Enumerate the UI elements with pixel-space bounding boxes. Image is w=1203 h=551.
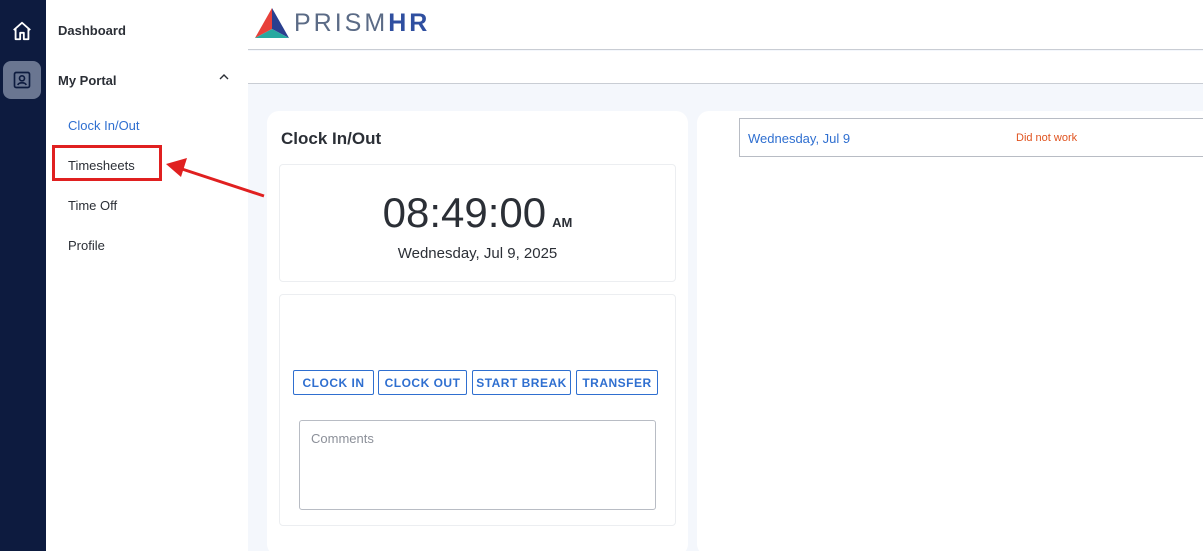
icon-rail [0, 0, 46, 551]
top-bar: PRISMHR [248, 0, 1203, 50]
row-status: Did not work [1016, 132, 1078, 144]
clock-card: Clock In/Out 08:49:00 AM Wednesday, Jul 9… [267, 111, 688, 551]
am-pm-indicator: AM [552, 215, 573, 230]
clock-display: 08:49:00 AM Wednesday, Jul 9, 2025 [279, 164, 676, 282]
sidebar-item-time-off[interactable]: Time Off [68, 198, 117, 213]
row-date[interactable]: Wednesday, Jul 9 [748, 131, 850, 146]
home-button[interactable] [3, 12, 41, 50]
timesheet-card: Wednesday, Jul 9 Did not work [697, 111, 1203, 551]
sidebar-item-clock-in-out[interactable]: Clock In/Out [68, 118, 140, 133]
start-break-button[interactable]: START BREAK [472, 370, 571, 395]
annotation-highlight-box [52, 145, 162, 181]
current-date: Wednesday, Jul 9, 2025 [397, 245, 558, 262]
home-icon [13, 21, 31, 41]
portal-button[interactable] [3, 61, 41, 99]
transfer-button[interactable]: TRANSFER [576, 370, 658, 395]
clock-out-button[interactable]: CLOCK OUT [378, 370, 467, 395]
sidebar: Dashboard My Portal Clock In/Out Timeshe… [46, 0, 248, 551]
sidebar-dashboard[interactable]: Dashboard [58, 23, 126, 38]
sidebar-my-portal[interactable]: My Portal [58, 73, 117, 88]
current-time: 08:49:00 AM [382, 189, 573, 236]
logo-wordmark: PRISMHR [294, 8, 431, 37]
clock-actions: CLOCK IN CLOCK OUT START BREAK TRANSFER [279, 294, 676, 526]
clock-in-button[interactable]: CLOCK IN [293, 370, 374, 395]
annotation-arrow-icon [166, 158, 265, 198]
comments-field[interactable] [299, 420, 656, 510]
sub-header-bar [248, 51, 1203, 84]
sidebar-item-profile[interactable]: Profile [68, 238, 105, 253]
timesheet-row[interactable]: Wednesday, Jul 9 Did not work [739, 118, 1203, 157]
prism-logo-icon [255, 8, 289, 38]
chevron-up-icon[interactable] [217, 72, 231, 82]
page-title: Clock In/Out [281, 129, 382, 148]
portal-icon [13, 71, 31, 89]
prismhr-logo[interactable]: PRISMHR [254, 7, 430, 39]
